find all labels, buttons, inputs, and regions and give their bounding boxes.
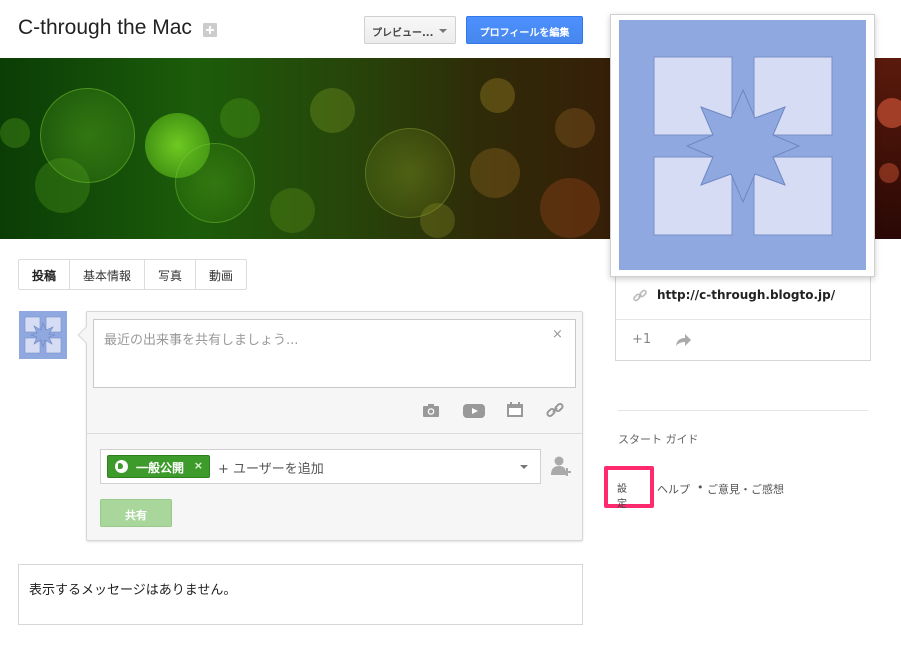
tab-posts[interactable]: 投稿: [19, 260, 71, 289]
tab-about[interactable]: 基本情報: [70, 260, 146, 289]
feedback-link[interactable]: ご意見・ご感想: [707, 481, 784, 497]
close-icon[interactable]: ×: [552, 327, 563, 342]
public-audience-chip[interactable]: 一般公開 ×: [107, 455, 210, 478]
link-icon[interactable]: [546, 402, 564, 418]
settings-highlight: [604, 466, 654, 508]
tab-videos[interactable]: 動画: [196, 260, 246, 289]
add-person-icon[interactable]: [550, 455, 572, 477]
link-icon: [633, 289, 647, 302]
link-separator: •: [697, 481, 704, 494]
edit-profile-button[interactable]: プロフィールを編集: [466, 16, 583, 44]
avatar[interactable]: [19, 311, 67, 359]
tab-photos[interactable]: 写真: [145, 260, 197, 289]
cover-photo-edge: [875, 58, 901, 239]
chevron-down-icon[interactable]: [520, 465, 528, 469]
video-icon[interactable]: [463, 404, 485, 418]
audience-input[interactable]: 一般公開 × + ユーザーを追加: [100, 449, 541, 484]
empty-stream-message: 表示するメッセージはありません。: [18, 564, 583, 625]
empty-message-text: 表示するメッセージはありません。: [29, 583, 237, 598]
help-link[interactable]: ヘルプ: [657, 481, 690, 497]
add-people-placeholder: + ユーザーを追加: [218, 462, 324, 477]
plus-one-button[interactable]: +1: [632, 332, 651, 347]
profile-photo[interactable]: [619, 20, 866, 270]
preview-dropdown-button[interactable]: プレビュー...: [364, 16, 456, 44]
add-to-circles-icon[interactable]: [203, 23, 217, 37]
event-icon[interactable]: [506, 402, 524, 418]
start-guide-link[interactable]: スタート ガイド: [618, 431, 699, 447]
camera-icon[interactable]: [422, 404, 440, 418]
globe-icon: [115, 460, 128, 473]
share-box: 最近の出来事を共有しましょう... × 一般公開 × + ユーザーを追加 共有: [77, 311, 583, 541]
public-chip-label: 一般公開: [136, 461, 185, 475]
profile-website-link[interactable]: http://c-through.blogto.jp/: [657, 288, 835, 302]
profile-title: C-through the Mac: [18, 16, 192, 39]
profile-card: http://c-through.blogto.jp/ +1: [615, 268, 871, 361]
default-avatar-icon: [653, 56, 833, 236]
profile-tabs: 投稿 基本情報 写真 動画: [18, 259, 248, 290]
default-avatar-icon: [24, 316, 62, 354]
share-arrow-icon[interactable]: [675, 333, 692, 347]
share-text-input[interactable]: 最近の出来事を共有しましょう...: [93, 319, 576, 388]
profile-photo-popup: [610, 14, 875, 277]
chip-remove-icon[interactable]: ×: [194, 459, 203, 472]
preview-button-label: プレビュー...: [372, 28, 434, 39]
chevron-down-icon: [439, 29, 447, 33]
settings-link[interactable]: 設定: [617, 480, 627, 510]
share-button[interactable]: 共有: [100, 499, 172, 527]
